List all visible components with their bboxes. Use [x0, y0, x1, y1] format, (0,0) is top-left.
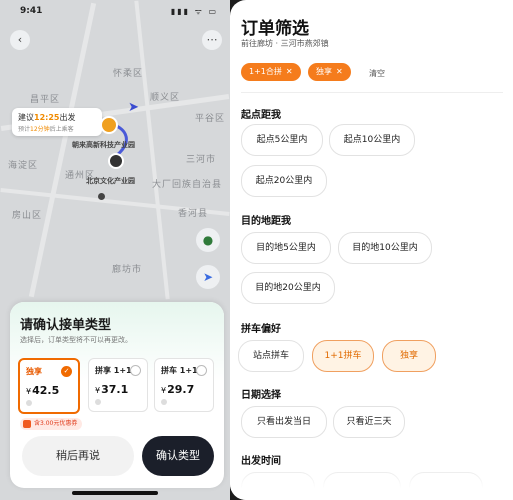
close-icon[interactable]: ✕: [336, 67, 343, 76]
option-start-20km[interactable]: 起点20公里内: [241, 165, 327, 197]
scroll-fade: [230, 462, 513, 500]
info-icon: [161, 399, 167, 405]
section-title-dest-distance: 目的地距我: [241, 216, 291, 227]
home-indicator: [72, 491, 158, 495]
later-button[interactable]: 稍后再说: [22, 436, 134, 476]
option-dest-20km[interactable]: 目的地20公里内: [241, 272, 335, 304]
option-start-10km[interactable]: 起点10公里内: [329, 124, 415, 156]
tip-time: 12:25: [34, 113, 60, 122]
card-name: 拼享 1+1: [95, 366, 132, 375]
locate-me-icon[interactable]: ➤: [196, 265, 220, 289]
confirm-type-button[interactable]: 确认类型: [142, 436, 214, 476]
map-label: 顺义区: [150, 93, 181, 103]
filter-destination: 前往廊坊 · 三河市燕郊镇: [241, 39, 329, 48]
info-icon: [95, 399, 101, 405]
map-label: 大厂回族自治县: [152, 180, 223, 190]
map-label: 香河县: [178, 209, 209, 219]
divider: [241, 92, 503, 93]
option-next-three-days[interactable]: 只看近三天: [333, 406, 405, 438]
radio-icon: [130, 365, 141, 376]
tip-sub-suffix: 后上乘客: [49, 126, 74, 133]
map-label: 平谷区: [195, 114, 226, 124]
order-type-card-carpool[interactable]: 拼车 1+1 ¥29.7: [154, 358, 214, 412]
poi-label: 北京文化产业园: [86, 177, 135, 185]
active-tag-exclusive[interactable]: 独享 ✕: [308, 63, 351, 81]
order-type-sheet: 请确认接单类型 选择后，订单类型将不可以再更改。 独享 ✓ ¥42.5 拼享 1…: [10, 302, 224, 488]
filter-title: 订单筛选: [241, 19, 309, 39]
map-road: [28, 2, 97, 298]
card-name: 拼车 1+1: [161, 366, 198, 375]
card-price: ¥42.5: [26, 384, 60, 397]
location-icon[interactable]: ●: [196, 228, 220, 252]
coupon-text: 含3.00元优惠券: [34, 420, 78, 427]
card-price: ¥29.7: [161, 383, 195, 396]
checkmark-icon: ✓: [61, 366, 72, 377]
order-type-card-exclusive[interactable]: 独享 ✓ ¥42.5: [18, 358, 80, 414]
option-station-carpool[interactable]: 站点拼车: [238, 340, 304, 372]
map-screen: 怀柔区 昌平区 顺义区 平谷区 海淀区 通州区 三河市 大厂回族自治县 香河县 …: [0, 0, 230, 500]
option-start-5km[interactable]: 起点5公里内: [241, 124, 323, 156]
map-label: 昌平区: [30, 95, 61, 105]
card-name: 独享: [26, 367, 42, 376]
navigation-arrow-icon: ➤: [128, 100, 139, 115]
status-bar: 9:41 ▮▮▮ ᯤ ▭: [0, 0, 230, 22]
map-label: 海淀区: [8, 161, 39, 171]
map-label: 三河市: [186, 155, 217, 165]
option-departure-day[interactable]: 只看出发当日: [241, 406, 327, 438]
card-price: ¥37.1: [95, 383, 129, 396]
order-filter-panel: 订单筛选 前往廊坊 · 三河市燕郊镇 1+1合拼 ✕ 独享 ✕ 清空 起点距我 起点…: [230, 0, 513, 500]
back-icon[interactable]: ‹: [10, 30, 30, 50]
more-icon[interactable]: ⋯: [202, 30, 222, 50]
map-label: 房山区: [12, 211, 43, 221]
coupon-icon: [23, 420, 31, 428]
clear-filters-link[interactable]: 清空: [369, 68, 385, 79]
poi-label: 朝来高新科技产业园: [72, 141, 135, 149]
radio-icon: [196, 365, 207, 376]
option-1plus1-carpool[interactable]: 1+1拼车: [312, 340, 374, 372]
end-pin-icon: [108, 153, 124, 169]
order-type-card-share[interactable]: 拼享 1+1 ¥37.1: [88, 358, 148, 412]
coupon-badge: 含3.00元优惠券: [20, 418, 83, 430]
waypoint-icon: [98, 193, 105, 200]
status-time: 9:41: [20, 6, 43, 16]
tip-sub-prefix: 预计: [18, 126, 31, 133]
close-icon[interactable]: ✕: [286, 67, 293, 76]
section-title-carpool-pref: 拼车偏好: [241, 324, 281, 335]
map-label: 怀柔区: [113, 69, 144, 79]
status-icons: ▮▮▮ ᯤ ▭: [170, 7, 218, 16]
info-icon: [26, 400, 32, 406]
section-title-start-distance: 起点距我: [241, 110, 281, 121]
tip-prefix: 建议: [18, 113, 34, 122]
departure-tip: 建议12:25出发 预计12分钟后上乘客: [12, 108, 102, 136]
active-tag-carpool[interactable]: 1+1合拼 ✕: [241, 63, 301, 81]
option-exclusive[interactable]: 独享: [382, 340, 436, 372]
start-pin-icon: [100, 116, 118, 134]
sheet-subtitle: 选择后，订单类型将不可以再更改。: [20, 336, 132, 344]
option-dest-10km[interactable]: 目的地10公里内: [338, 232, 432, 264]
sheet-title: 请确认接单类型: [20, 318, 112, 333]
tip-sub-time: 12分钟: [30, 126, 50, 133]
map-label: 廊坊市: [112, 265, 143, 275]
option-dest-5km[interactable]: 目的地5公里内: [241, 232, 331, 264]
tip-suffix: 出发: [59, 113, 76, 122]
section-title-date: 日期选择: [241, 390, 281, 401]
